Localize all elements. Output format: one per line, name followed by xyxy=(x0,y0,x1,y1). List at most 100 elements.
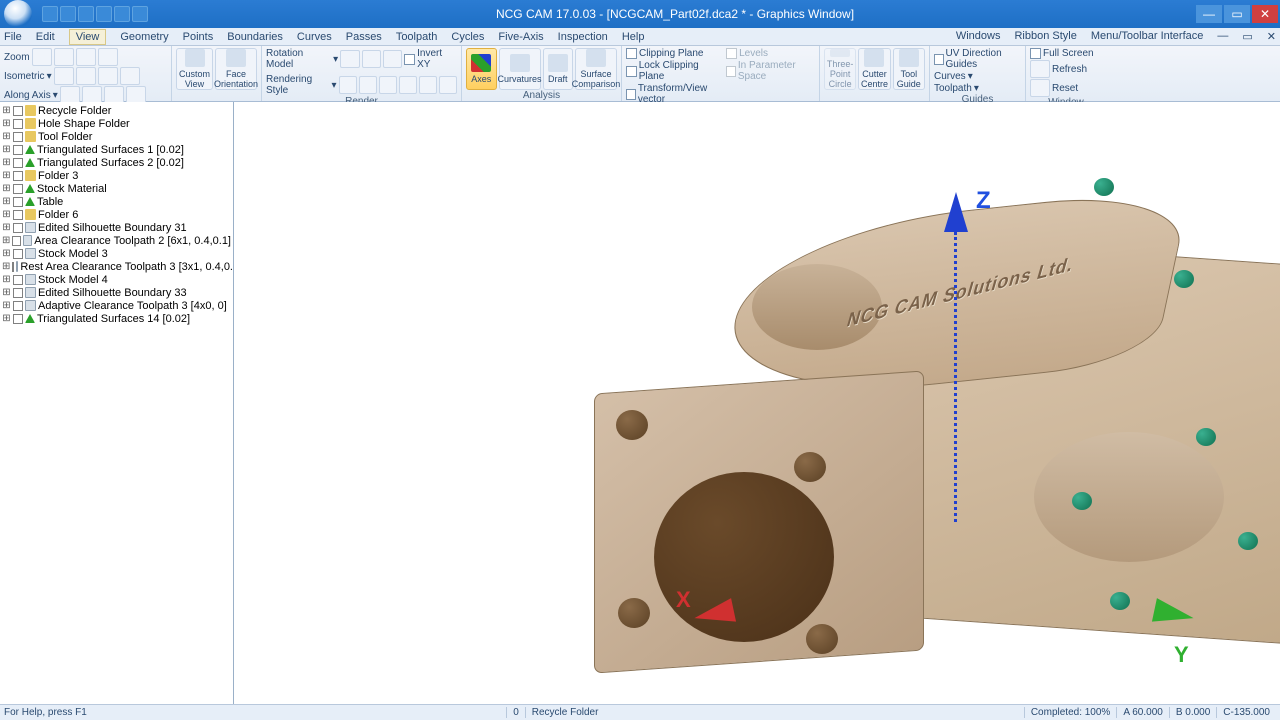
tree-item[interactable]: ⊞Triangulated Surfaces 14 [0.02] xyxy=(2,312,231,325)
iso-1-button[interactable] xyxy=(54,67,74,85)
tree-item[interactable]: ⊞Tool Folder xyxy=(2,130,231,143)
tree-item[interactable]: ⊞Table xyxy=(2,195,231,208)
menu-edit[interactable]: Edit xyxy=(36,31,55,43)
tree-item[interactable]: ⊞Folder 6 xyxy=(2,208,231,221)
zoom-window-button[interactable] xyxy=(32,48,52,66)
visibility-checkbox[interactable] xyxy=(13,145,23,155)
menu-toolpath[interactable]: Toolpath xyxy=(396,31,438,43)
menu-curves[interactable]: Curves xyxy=(297,31,332,43)
tree-item[interactable]: ⊞Stock Material xyxy=(2,182,231,195)
maximize-button[interactable]: ▭ xyxy=(1224,5,1250,23)
zoom-out-button[interactable] xyxy=(98,48,118,66)
expand-icon[interactable]: ⊞ xyxy=(2,248,11,259)
expand-icon[interactable]: ⊞ xyxy=(2,300,11,311)
mdi-restore-icon[interactable]: ▭ xyxy=(1242,30,1252,43)
rotmode-3-button[interactable] xyxy=(383,50,402,68)
project-tree[interactable]: ⊞Recycle Folder⊞Hole Shape Folder⊞Tool F… xyxy=(0,102,234,704)
iso-4-button[interactable] xyxy=(120,67,140,85)
menu-points[interactable]: Points xyxy=(183,31,214,43)
visibility-checkbox[interactable] xyxy=(12,262,14,272)
dropdown-icon[interactable]: ▾ xyxy=(333,54,338,65)
render-2-button[interactable] xyxy=(359,76,377,94)
dropdown-icon[interactable]: ▾ xyxy=(332,80,337,91)
menu-inspection[interactable]: Inspection xyxy=(558,31,608,43)
expand-icon[interactable]: ⊞ xyxy=(2,131,11,142)
visibility-checkbox[interactable] xyxy=(13,197,23,207)
axes-button[interactable]: Axes xyxy=(466,48,497,90)
reset-label[interactable]: Reset xyxy=(1052,83,1078,94)
clipping-plane-checkbox[interactable] xyxy=(626,48,637,59)
surface-comparison-button[interactable]: Surface Comparison xyxy=(575,48,617,90)
tree-item[interactable]: ⊞Triangulated Surfaces 1 [0.02] xyxy=(2,143,231,156)
visibility-checkbox[interactable] xyxy=(13,171,23,181)
iso-2-button[interactable] xyxy=(76,67,96,85)
expand-icon[interactable]: ⊞ xyxy=(2,170,11,181)
uv-direction-checkbox[interactable] xyxy=(934,54,944,65)
dropdown-icon[interactable]: ▾ xyxy=(974,83,979,94)
expand-icon[interactable]: ⊞ xyxy=(2,235,10,246)
tool-guide-button[interactable]: Tool Guide xyxy=(893,48,925,90)
expand-icon[interactable]: ⊞ xyxy=(2,144,11,155)
face-orientation-button[interactable]: Face Orientation xyxy=(215,48,257,90)
visibility-checkbox[interactable] xyxy=(13,184,23,194)
lock-clipping-checkbox[interactable] xyxy=(626,66,637,77)
tree-item[interactable]: ⊞Stock Model 4 xyxy=(2,273,231,286)
visibility-checkbox[interactable] xyxy=(13,119,23,129)
render-1-button[interactable] xyxy=(339,76,357,94)
along-axis-label[interactable]: Along Axis xyxy=(4,90,51,101)
render-6-button[interactable] xyxy=(439,76,457,94)
qat-redo-icon[interactable] xyxy=(114,6,130,22)
menu-view[interactable]: View xyxy=(69,29,107,45)
expand-icon[interactable]: ⊞ xyxy=(2,105,11,116)
tree-item[interactable]: ⊞Edited Silhouette Boundary 33 xyxy=(2,286,231,299)
refresh-icon[interactable] xyxy=(1030,60,1050,78)
expand-icon[interactable]: ⊞ xyxy=(2,313,11,324)
menu-passes[interactable]: Passes xyxy=(346,31,382,43)
expand-icon[interactable]: ⊞ xyxy=(2,261,10,272)
tree-item[interactable]: ⊞Area Clearance Toolpath 2 [6x1, 0.4,0.1… xyxy=(2,234,231,247)
curves-guides-label[interactable]: Curves xyxy=(934,71,966,82)
visibility-checkbox[interactable] xyxy=(13,106,23,116)
visibility-checkbox[interactable] xyxy=(13,210,23,220)
visibility-checkbox[interactable] xyxy=(13,158,23,168)
graphics-viewport[interactable]: NCG CAM Solutions Ltd. Z X Y xyxy=(234,102,1280,704)
full-screen-checkbox[interactable] xyxy=(1030,48,1041,59)
cutter-centre-button[interactable]: Cutter Centre xyxy=(858,48,890,90)
custom-view-button[interactable]: Custom View xyxy=(176,48,213,90)
reset-icon[interactable] xyxy=(1030,79,1050,97)
menu-file[interactable]: File xyxy=(4,31,22,43)
mdi-minimize-icon[interactable]: — xyxy=(1217,30,1228,43)
menu-help[interactable]: Help xyxy=(622,31,645,43)
qat-print-icon[interactable] xyxy=(132,6,148,22)
transform-view-vector-checkbox[interactable] xyxy=(626,89,636,100)
visibility-checkbox[interactable] xyxy=(13,223,23,233)
expand-icon[interactable]: ⊞ xyxy=(2,274,11,285)
menu-cycles[interactable]: Cycles xyxy=(451,31,484,43)
menu-toolbar-interface[interactable]: Menu/Toolbar Interface xyxy=(1091,30,1204,43)
rotmode-1-button[interactable] xyxy=(340,50,359,68)
visibility-checkbox[interactable] xyxy=(13,132,23,142)
dropdown-icon[interactable]: ▾ xyxy=(53,90,58,101)
refresh-label[interactable]: Refresh xyxy=(1052,64,1087,75)
menu-ribbon-style[interactable]: Ribbon Style xyxy=(1014,30,1076,43)
draft-button[interactable]: Draft xyxy=(543,48,574,90)
curvatures-button[interactable]: Curvatures xyxy=(499,48,541,90)
tree-item[interactable]: ⊞Edited Silhouette Boundary 31 xyxy=(2,221,231,234)
tree-item[interactable]: ⊞Stock Model 3 xyxy=(2,247,231,260)
toolpath-guides-label[interactable]: Toolpath xyxy=(934,83,972,94)
menu-geometry[interactable]: Geometry xyxy=(120,31,168,43)
render-5-button[interactable] xyxy=(419,76,437,94)
expand-icon[interactable]: ⊞ xyxy=(2,287,11,298)
minimize-button[interactable]: — xyxy=(1196,5,1222,23)
expand-icon[interactable]: ⊞ xyxy=(2,196,11,207)
menu-boundaries[interactable]: Boundaries xyxy=(227,31,283,43)
expand-icon[interactable]: ⊞ xyxy=(2,157,11,168)
visibility-checkbox[interactable] xyxy=(13,301,23,311)
expand-icon[interactable]: ⊞ xyxy=(2,222,11,233)
isometric-label[interactable]: Isometric xyxy=(4,71,45,82)
zoom-in-button[interactable] xyxy=(76,48,96,66)
visibility-checkbox[interactable] xyxy=(13,288,23,298)
visibility-checkbox[interactable] xyxy=(12,236,21,246)
tree-item[interactable]: ⊞Triangulated Surfaces 2 [0.02] xyxy=(2,156,231,169)
dropdown-icon[interactable]: ▾ xyxy=(47,71,52,82)
